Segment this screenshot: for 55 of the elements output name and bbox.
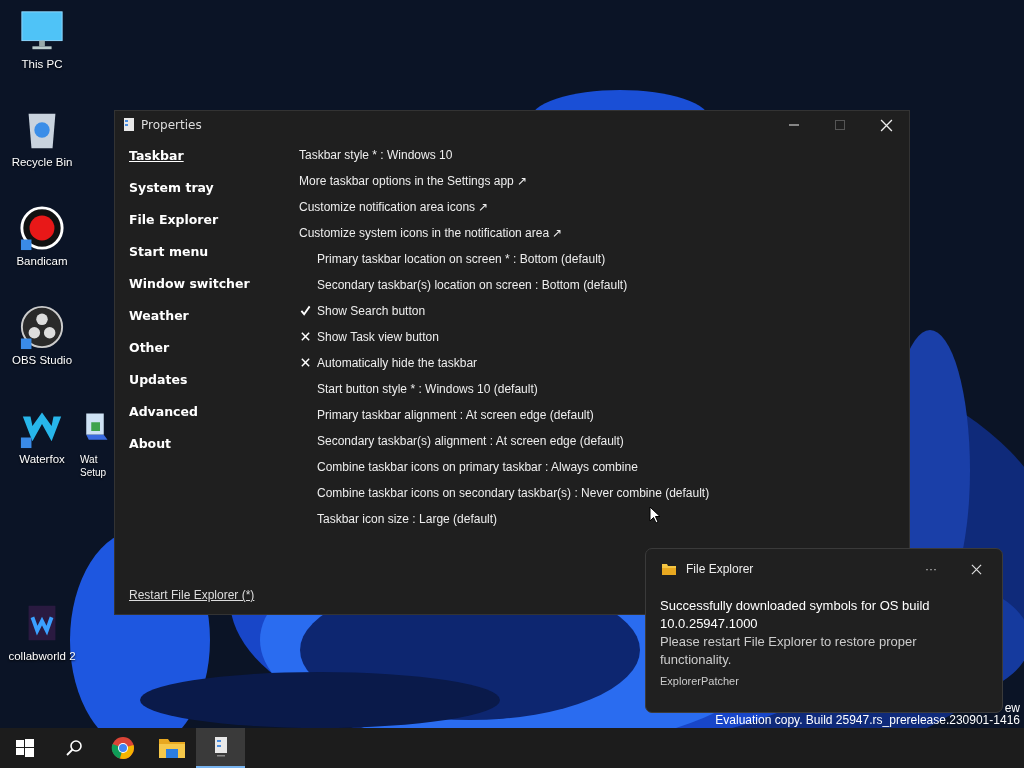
maximize-icon bbox=[834, 119, 846, 131]
sidebar-tab[interactable]: File Explorer bbox=[129, 211, 219, 229]
setting-option[interactable]: Combine taskbar icons on primary taskbar : Always combine bbox=[317, 459, 638, 475]
search-icon bbox=[64, 739, 83, 757]
window-title: Properties bbox=[141, 118, 202, 132]
setting-option[interactable]: Start button style * : Windows 10 (default) bbox=[317, 381, 538, 397]
sidebar-tab[interactable]: Updates bbox=[129, 371, 188, 389]
desktop-icon-label: Waterfox bbox=[19, 453, 65, 466]
desktop-icon-label: Wat Setup bbox=[80, 453, 108, 479]
cursor-icon bbox=[649, 506, 661, 524]
record-icon[interactable] bbox=[19, 205, 65, 251]
setting-option[interactable]: Primary taskbar alignment : At screen edge (default) bbox=[317, 407, 594, 423]
setting-option[interactable]: Secondary taskbar(s) location on screen : Bottom (default) bbox=[317, 277, 628, 293]
settings-link[interactable]: More taskbar options in the Settings app ↗ bbox=[299, 173, 528, 189]
folder-icon bbox=[662, 563, 676, 575]
app-icon bbox=[213, 737, 228, 757]
desktop-icon-label: Bandicam bbox=[16, 255, 68, 268]
sidebar-tab[interactable]: About bbox=[129, 435, 172, 453]
watermark-text: ew bbox=[1004, 702, 1020, 714]
watermark-text: Evaluation copy. Build 25947.rs_prerelease.230901-1416 bbox=[715, 714, 1020, 726]
notification-app-name: File Explorer bbox=[686, 562, 755, 576]
close-icon bbox=[971, 563, 982, 575]
settings-link[interactable]: Customize notification area icons ↗ bbox=[299, 199, 489, 215]
sidebar-tab[interactable]: Start menu bbox=[129, 243, 209, 261]
setting-option[interactable]: Taskbar style * : Windows 10 bbox=[299, 147, 453, 163]
notification-title: Successfully downloaded symbols for OS build 10.0.25947.1000 bbox=[660, 597, 931, 633]
desktop-icon-label: collabworld 2 bbox=[8, 650, 76, 663]
sidebar-tab[interactable]: System tray bbox=[129, 179, 214, 197]
sidebar-tab[interactable]: Weather bbox=[129, 307, 189, 325]
more-button[interactable]: ··· bbox=[921, 561, 941, 577]
desktop-icon-label: OBS Studio bbox=[11, 354, 73, 367]
app-icon bbox=[123, 118, 135, 132]
setting-toggle[interactable]: Show Search button bbox=[317, 303, 426, 319]
windows-logo-icon bbox=[15, 739, 34, 757]
settings-link[interactable]: Customize system icons in the notification area ↗ bbox=[299, 225, 563, 241]
sidebar-tab[interactable]: Taskbar bbox=[129, 147, 184, 165]
folder-icon bbox=[158, 737, 185, 759]
sidebar-tab[interactable]: Other bbox=[129, 339, 170, 357]
setting-option[interactable]: Primary taskbar location on screen * : Bottom (default) bbox=[317, 251, 606, 267]
restart-link[interactable]: Restart File Explorer (*) bbox=[129, 588, 255, 602]
setting-toggle[interactable]: Show Task view button bbox=[317, 329, 439, 345]
desktop-icon-label: This PC bbox=[21, 58, 63, 71]
sidebar-tab[interactable]: Advanced bbox=[129, 403, 198, 421]
app-button[interactable] bbox=[196, 728, 245, 768]
notification-source: ExplorerPatcher bbox=[660, 675, 740, 687]
browser-icon bbox=[110, 736, 135, 760]
notification-message: Please restart File Explorer to restore proper functionality. bbox=[660, 633, 918, 669]
setting-toggle[interactable]: Automatically hide the taskbar bbox=[317, 355, 478, 371]
setting-option[interactable]: Taskbar icon size : Large (default) bbox=[317, 511, 498, 527]
setting-option[interactable]: Secondary taskbar(s) alignment : At screen edge (default) bbox=[317, 433, 624, 449]
desktop-icon-label: Recycle Bin bbox=[11, 156, 73, 169]
setting-option[interactable]: Combine taskbar icons on secondary taskbar(s) : Never combine (default) bbox=[317, 485, 710, 501]
close-icon bbox=[879, 118, 893, 132]
sidebar-tab[interactable]: Window switcher bbox=[129, 275, 250, 293]
obs-icon[interactable] bbox=[19, 304, 65, 350]
